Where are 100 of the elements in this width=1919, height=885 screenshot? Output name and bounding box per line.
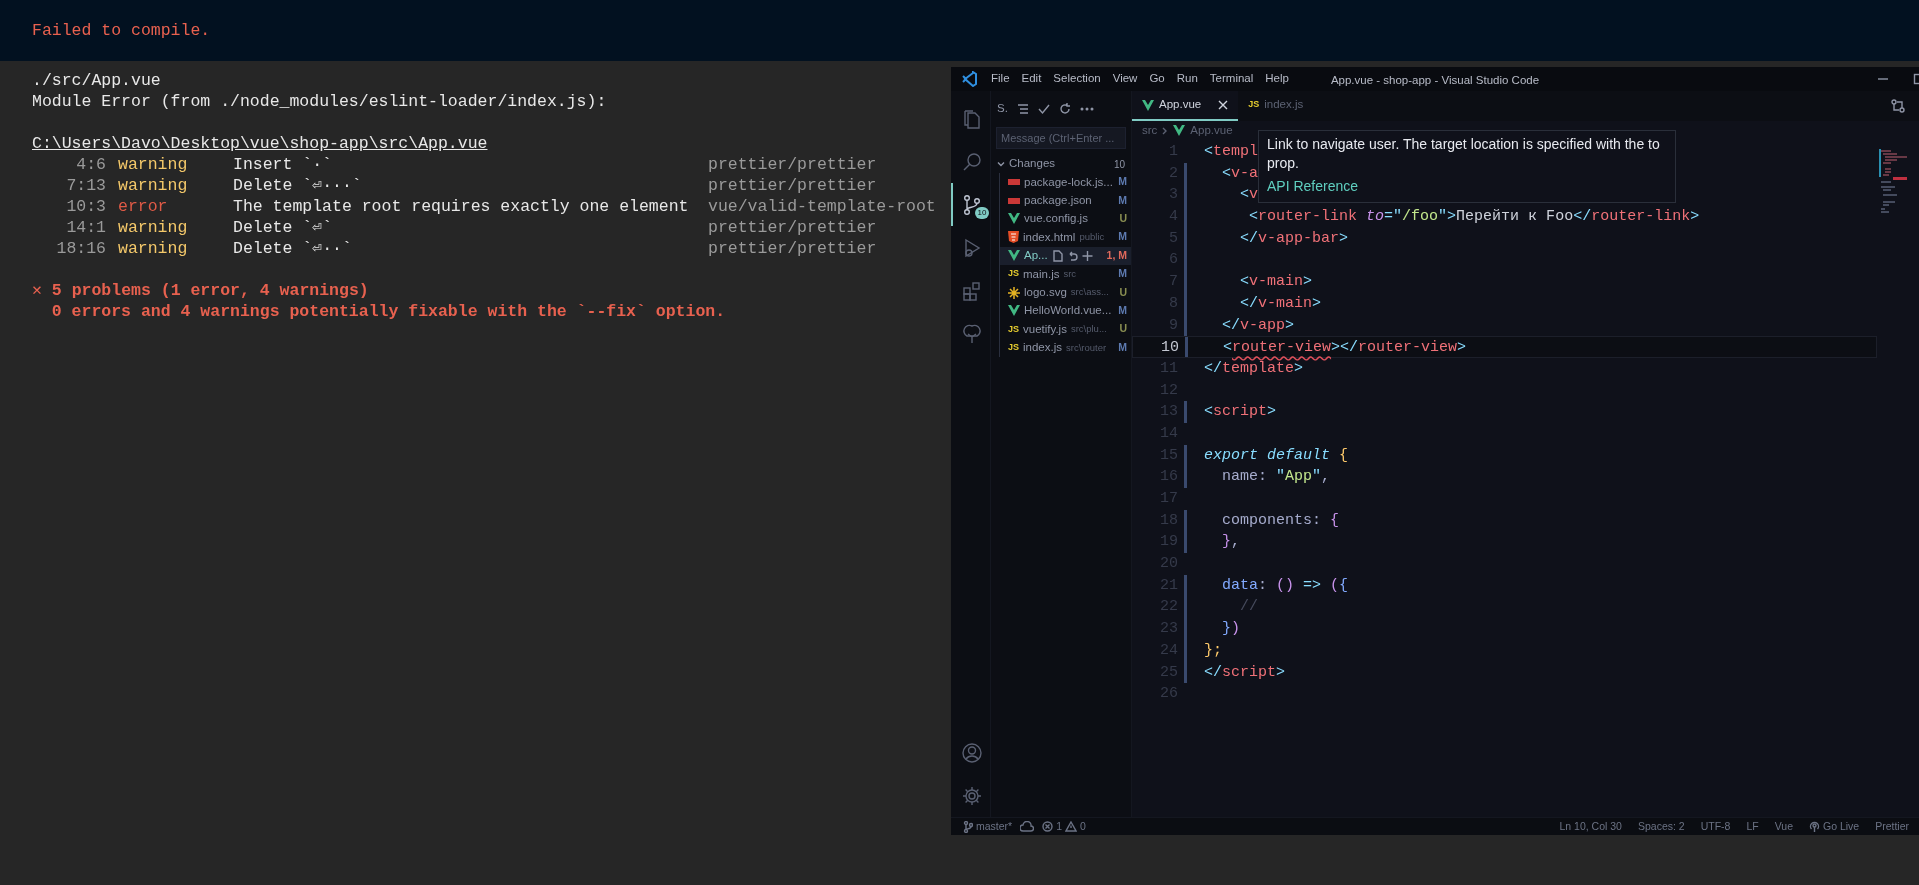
cloud-icon[interactable] bbox=[1020, 820, 1035, 833]
menu-item[interactable]: Help bbox=[1259, 70, 1295, 88]
menu-item[interactable]: Terminal bbox=[1203, 70, 1260, 88]
code-line: <templ bbox=[1204, 142, 1259, 162]
changed-file-item[interactable]: package.json M bbox=[999, 191, 1131, 210]
broadcast-icon bbox=[1808, 821, 1820, 832]
error-count[interactable]: 1 bbox=[1056, 818, 1063, 835]
vue-icon bbox=[1142, 99, 1154, 111]
js-file-icon: JS bbox=[1008, 267, 1019, 281]
code-line: components: { bbox=[1221, 510, 1340, 531]
menu-item[interactable]: Run bbox=[1170, 70, 1204, 88]
problem-message: The template root requires exactly one element bbox=[233, 196, 690, 217]
code-line: <script> bbox=[1204, 402, 1277, 423]
vue-icon bbox=[1008, 250, 1020, 262]
status-item[interactable]: Spaces: 2 bbox=[1637, 818, 1685, 835]
chevron-right-icon bbox=[1162, 126, 1169, 135]
problem-location: 7:13 bbox=[65, 175, 107, 196]
refresh-icon[interactable] bbox=[1058, 103, 1071, 115]
problem-message: Delete `⏎···` bbox=[233, 175, 363, 196]
tree-icon bbox=[960, 322, 983, 345]
changed-file-item[interactable]: index.html public M bbox=[999, 228, 1131, 247]
problem-severity: warning bbox=[118, 154, 189, 175]
code-line: export default { bbox=[1204, 445, 1349, 466]
vue-icon bbox=[1008, 213, 1020, 225]
problem-severity: warning bbox=[118, 217, 189, 238]
line-number: 10 bbox=[1160, 338, 1179, 357]
changed-file-item[interactable]: Ap... 1, M bbox=[999, 246, 1131, 265]
menu-item[interactable]: Selection bbox=[1047, 70, 1107, 88]
settings-icon bbox=[960, 784, 983, 807]
code-line: </template> bbox=[1204, 358, 1304, 379]
problem-severity: error bbox=[118, 196, 169, 217]
changed-file-item[interactable]: HelloWorld.vue... M bbox=[999, 301, 1131, 321]
changed-file-item[interactable]: JS index.js src\router M bbox=[999, 338, 1131, 357]
code-line: data: () => ({ bbox=[1221, 575, 1349, 596]
changed-file-item[interactable]: package-lock.js... M bbox=[999, 173, 1131, 192]
problem-rule: prettier/prettier bbox=[708, 238, 877, 259]
problem-severity: warning bbox=[118, 175, 189, 196]
window-title: App.vue - shop-app - Visual Studio Code bbox=[1330, 74, 1540, 86]
npm-icon bbox=[1008, 195, 1020, 206]
code-line: <router-view></router-view> bbox=[1222, 338, 1467, 357]
problem-rule: prettier/prettier bbox=[708, 154, 877, 175]
problem-message: Insert `·` bbox=[233, 154, 334, 175]
npm-icon bbox=[1008, 177, 1020, 188]
menu-item[interactable]: View bbox=[1106, 70, 1144, 88]
file-path: C:\Users\Davo\Desktop\vue\shop-app\src\App.vue bbox=[32, 134, 488, 153]
status-item[interactable]: Vue bbox=[1774, 818, 1793, 835]
menu-item[interactable]: File bbox=[985, 70, 1016, 88]
html-icon bbox=[1008, 231, 1019, 244]
change-count: 10 bbox=[1113, 157, 1125, 172]
file-path: ./src/App.vue bbox=[32, 70, 161, 91]
branch-icon bbox=[963, 820, 973, 833]
code-line: <router-link to="/foo">Перейти к Foo</router-link> bbox=[1248, 207, 1700, 228]
check-icon[interactable] bbox=[1037, 103, 1050, 115]
code-line: }, bbox=[1221, 532, 1241, 553]
menu-item[interactable]: Go bbox=[1143, 70, 1171, 88]
problem-message: Delete `⏎` bbox=[233, 217, 334, 238]
account-icon bbox=[960, 741, 983, 764]
list-icon[interactable] bbox=[1016, 103, 1029, 115]
error-message: Module Error (from ./node_modules/eslint-loader/index.js): bbox=[32, 91, 607, 112]
code-line: </v-app> bbox=[1221, 315, 1295, 336]
branch-name[interactable]: master* bbox=[976, 818, 1013, 835]
editor-tab[interactable]: JS index.js bbox=[1238, 91, 1314, 121]
changed-file-item[interactable]: JS vuetify.js src\plu... U bbox=[999, 320, 1131, 339]
commit-message-field[interactable]: Message (Ctrl+Enter ... bbox=[996, 127, 1126, 149]
status-item[interactable]: Go Live bbox=[1822, 818, 1860, 835]
count-badge: 10 bbox=[974, 207, 990, 219]
open-file-icon[interactable] bbox=[1051, 249, 1063, 262]
status-item[interactable]: Ln 10, Col 30 bbox=[1559, 818, 1622, 835]
status-item[interactable]: UTF-8 bbox=[1700, 818, 1731, 835]
api-reference-link[interactable]: API Reference bbox=[1267, 177, 1359, 196]
chevron-down-icon[interactable] bbox=[997, 160, 1005, 168]
section-title: Changes bbox=[1009, 156, 1056, 172]
problem-location: 10:3 bbox=[65, 196, 107, 217]
warning-count[interactable]: 0 bbox=[1080, 818, 1086, 835]
panel-title: S. bbox=[997, 101, 1008, 117]
close-icon[interactable] bbox=[1218, 100, 1229, 110]
status-item[interactable]: Prettier bbox=[1875, 818, 1909, 835]
code-line: }; bbox=[1204, 640, 1222, 661]
compare-icon[interactable] bbox=[1891, 99, 1905, 113]
menu-item[interactable]: Edit bbox=[1015, 70, 1048, 88]
code-line: <v bbox=[1239, 185, 1259, 206]
changed-file-item[interactable]: logo.svg src\ass... U bbox=[999, 283, 1131, 302]
changed-file-item[interactable]: JS main.js src M bbox=[999, 264, 1131, 284]
problems-summary: ✕ 5 problems (1 error, 4 warnings) bbox=[32, 280, 369, 301]
changed-file-item[interactable]: vue.config.js U bbox=[999, 209, 1131, 229]
js-file-icon: JS bbox=[1248, 98, 1260, 112]
js-file-icon: JS bbox=[1008, 322, 1019, 337]
plus-icon[interactable] bbox=[1081, 249, 1093, 262]
problem-location: 4:6 bbox=[75, 154, 107, 175]
code-line: }) bbox=[1221, 619, 1241, 640]
code-line: <v-main> bbox=[1239, 272, 1313, 293]
js-file-icon: JS bbox=[1008, 340, 1019, 355]
code-line: </v-main> bbox=[1239, 293, 1322, 314]
problem-message: Delete `⏎··` bbox=[233, 238, 353, 259]
code-line: </script> bbox=[1204, 662, 1286, 683]
code-line: <v-a bbox=[1221, 163, 1259, 184]
editor-tab[interactable]: App.vue bbox=[1132, 91, 1239, 121]
extensions-icon bbox=[960, 279, 983, 302]
status-item[interactable]: LF bbox=[1746, 818, 1759, 835]
problem-rule: vue/valid-template-root bbox=[708, 196, 936, 217]
